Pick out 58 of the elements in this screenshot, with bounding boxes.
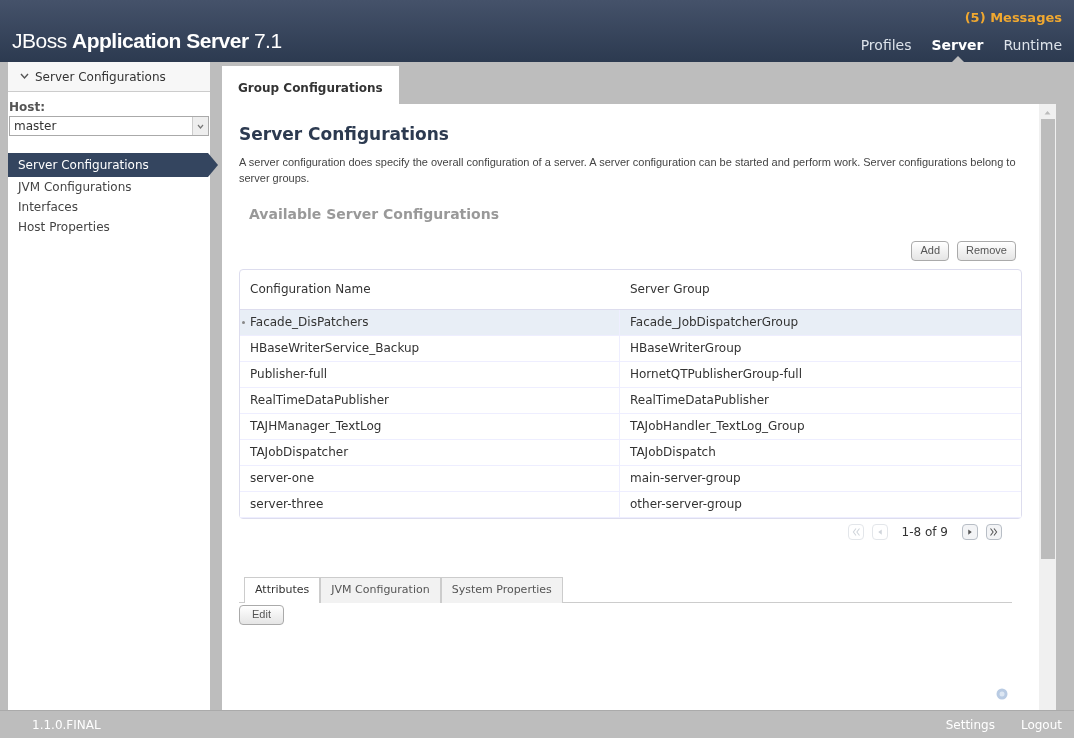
- table-row[interactable]: Publisher-full HornetQTPublisherGroup-full: [240, 361, 1021, 388]
- column-header: Configuration Name: [249, 281, 372, 298]
- column-header: Server Group: [629, 281, 711, 298]
- selected-pointer-icon: [951, 56, 964, 62]
- table-cell: TAJHManager_TextLog: [240, 413, 620, 439]
- table-cell-text: other-server-group: [629, 496, 743, 513]
- table-cell-text: TAJobHandler_TextLog_Group: [629, 418, 806, 435]
- page-description: A server configuration does specify the overall configuration of a server. A server configuration can be started and perform work. Server configurations belong to server groups.: [239, 154, 1017, 186]
- table-cell-text: Facade_JobDispatcherGroup: [629, 314, 800, 331]
- table-cell: server-three: [240, 491, 620, 517]
- host-select[interactable]: master: [9, 116, 209, 136]
- table-cell-text: HBaseWriterGroup: [629, 340, 743, 357]
- row-marker-icon: [242, 320, 245, 324]
- toolbar-button[interactable]: Remove: [957, 240, 1016, 261]
- nav-tab[interactable]: Server: [931, 35, 984, 56]
- nav-tab[interactable]: Profiles: [860, 35, 912, 56]
- pager-text: 1-8 of 9: [901, 523, 948, 541]
- app-logo: JBoss Application Server 7.1: [12, 27, 282, 54]
- version-label: 1.1.0.FINAL: [32, 716, 101, 734]
- section-header[interactable]: Server Configurations: [8, 62, 210, 92]
- table-cell: RealTimeDataPublisher: [240, 387, 620, 413]
- table-cell-text: RealTimeDataPublisher: [629, 392, 770, 409]
- dropdown-chevron-icon: [197, 123, 204, 129]
- table-cell: Publisher-full: [240, 361, 620, 387]
- table-cell-text: TAJobDispatch: [629, 444, 717, 461]
- detail-tab[interactable]: System Properties: [440, 576, 563, 603]
- sidebar-item[interactable]: JVM Configurations: [8, 177, 210, 197]
- nav-tab[interactable]: Runtime: [1003, 35, 1062, 56]
- detail-tab[interactable]: JVM Configuration: [320, 576, 441, 603]
- table-row[interactable]: server-three other-server-group: [240, 491, 1021, 518]
- help-icon: [996, 688, 1008, 700]
- table-row[interactable]: HBaseWriterService_Backup HBaseWriterGroup: [240, 335, 1021, 362]
- scrollbar-thumb[interactable]: [1040, 119, 1055, 559]
- detail-tab[interactable]: Attributes: [244, 576, 321, 603]
- table-row[interactable]: TAJobDispatcher TAJobDispatch: [240, 439, 1021, 466]
- double-right-chevron-icon[interactable]: [986, 523, 1002, 540]
- table-row[interactable]: Facade_DisPatchers Facade_JobDispatcherGroup: [240, 309, 1021, 336]
- scroll-up-icon[interactable]: [1044, 110, 1051, 115]
- page-title: Server Configurations: [239, 123, 450, 146]
- host-label: Host:: [8, 99, 46, 116]
- chevron-down-icon: [20, 73, 29, 80]
- edit-button[interactable]: Edit: [239, 604, 284, 625]
- table-cell: server-one: [240, 465, 620, 491]
- table-cell-text: HornetQTPublisherGroup-full: [629, 366, 803, 383]
- table-cell: HBaseWriterService_Backup: [240, 335, 620, 361]
- sidebar-item[interactable]: Interfaces: [8, 197, 210, 217]
- table-cell: Facade_DisPatchers: [240, 309, 620, 335]
- table-row[interactable]: server-one main-server-group: [240, 465, 1021, 492]
- tab[interactable]: Group Configurations: [222, 66, 399, 104]
- sidebar-item[interactable]: Server Configurations: [8, 153, 218, 177]
- messages-link[interactable]: (5) Messages: [964, 8, 1062, 28]
- table-cell-text: main-server-group: [629, 470, 742, 487]
- section-subtitle: Available Server Configurations: [249, 204, 500, 224]
- toolbar-button[interactable]: Add: [911, 240, 950, 261]
- table-row[interactable]: RealTimeDataPublisher RealTimeDataPublisher: [240, 387, 1021, 414]
- table-row[interactable]: TAJHManager_TextLog TAJobHandler_TextLog_Group: [240, 413, 1021, 440]
- table-cell: TAJobDispatcher: [240, 439, 620, 465]
- sidebar-item[interactable]: Host Properties: [8, 217, 210, 237]
